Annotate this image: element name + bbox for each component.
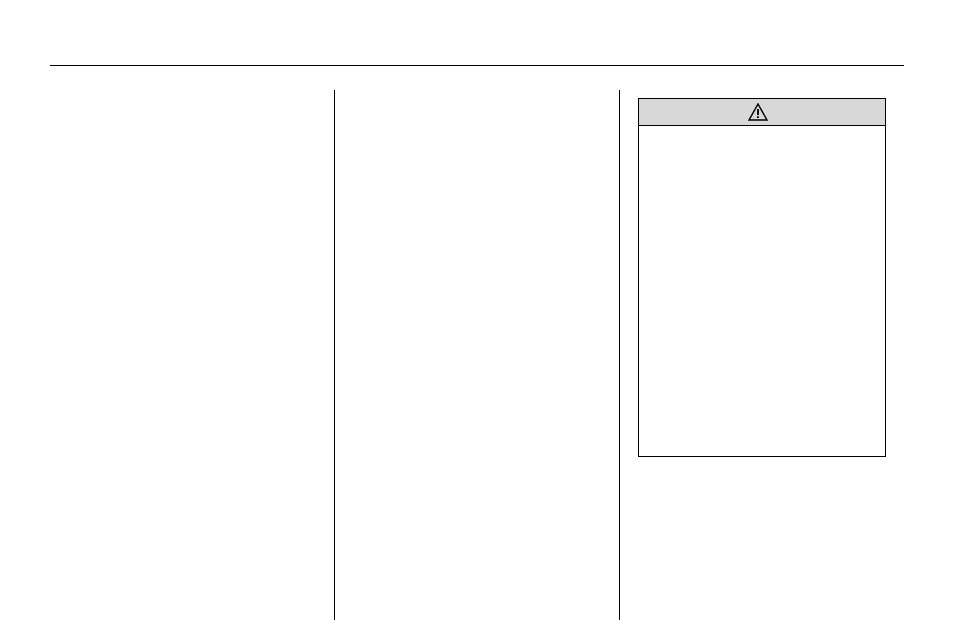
col2-bullet-3	[373, 150, 601, 170]
warning-icon	[748, 103, 768, 121]
caution-body	[639, 126, 885, 456]
col2-bullet-1	[373, 98, 601, 118]
column-2	[334, 90, 619, 620]
column-3	[619, 90, 904, 620]
page-title	[50, 38, 904, 66]
col2-bullets	[373, 98, 601, 170]
column-1	[50, 90, 334, 620]
caution-header	[639, 99, 885, 126]
content-columns	[50, 90, 904, 620]
col2-bullet-2	[373, 124, 601, 144]
caution-box	[638, 98, 886, 457]
